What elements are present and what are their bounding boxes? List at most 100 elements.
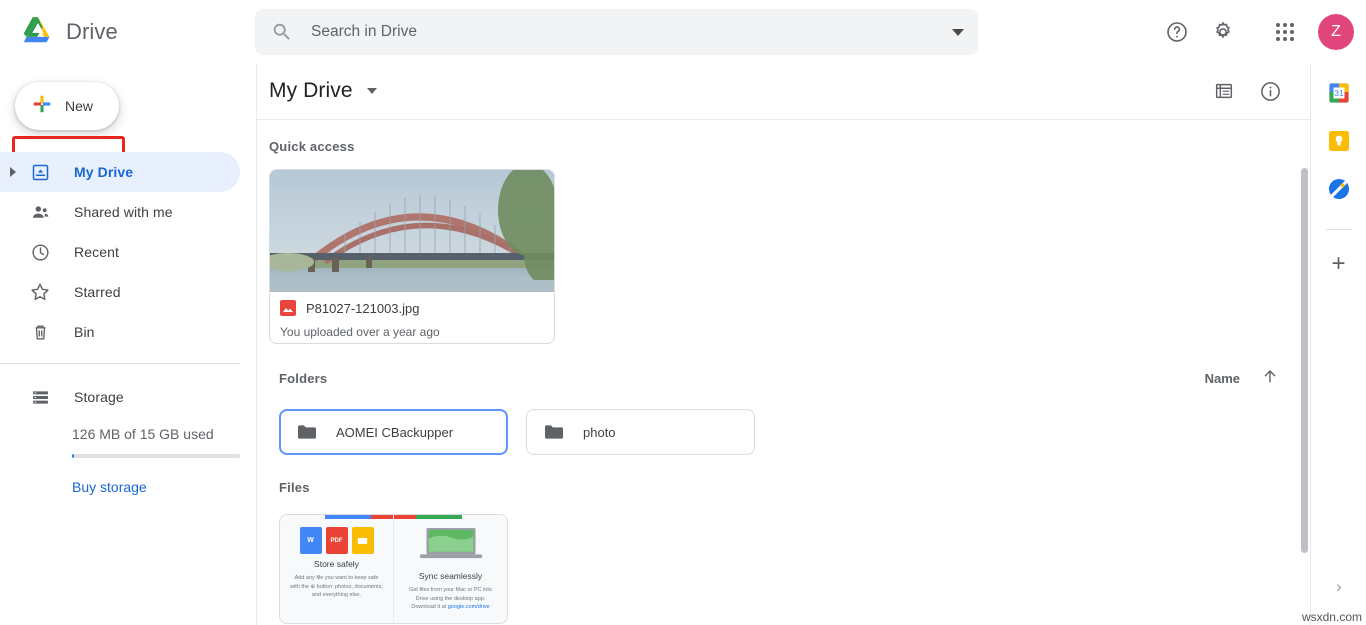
promo-panel-store-safely: W PDF Store safely Add any file you want… [280, 515, 393, 623]
quick-access-card[interactable]: P81027-121003.jpg You uploaded over a ye… [269, 169, 555, 344]
storage-icon [26, 387, 54, 408]
search-icon [271, 21, 293, 43]
people-icon [26, 202, 54, 223]
sidebar-divider [0, 363, 240, 364]
sidebar: New My Drive Shared with me Recent Starr… [0, 63, 256, 625]
brand[interactable]: Drive [0, 14, 256, 50]
google-drive-logo-icon [18, 14, 58, 50]
folders-header: Folders Name [257, 344, 1310, 391]
expand-chevron-icon[interactable] [0, 167, 26, 177]
word-doc-icon: W [299, 527, 322, 554]
folder-icon [543, 423, 565, 441]
arrow-up-icon[interactable] [1260, 366, 1280, 391]
pdf-doc-icon: PDF [325, 527, 348, 554]
folder-tile[interactable]: AOMEI CBackupper [279, 409, 508, 455]
sidebar-item-bin[interactable]: Bin [0, 312, 240, 352]
promo-heading: Store safely [314, 559, 359, 569]
plus-icon [31, 93, 53, 120]
content-scrollbar[interactable] [1298, 120, 1310, 625]
files-header: Files [257, 455, 1310, 497]
list-view-icon[interactable] [1204, 71, 1244, 111]
svg-text:31: 31 [1334, 88, 1344, 98]
apps-grid-icon[interactable] [1262, 9, 1308, 55]
sidebar-item-label: Bin [74, 324, 95, 340]
files-title: Files [279, 480, 310, 495]
quick-access-title: Quick access [269, 139, 355, 154]
quick-access-section: Quick access P81027-121003.jpg You uploa… [257, 120, 1310, 344]
promo-body: Get files from your Mac or PC into Drive… [394, 586, 507, 612]
top-bar: Drive Search in Drive Z [0, 0, 1366, 63]
sidebar-item-label: Recent [74, 244, 119, 260]
add-app-plus-icon[interactable]: + [1331, 252, 1345, 276]
watermark: wsxdn.com [1301, 610, 1362, 624]
storage-label: Storage [74, 389, 124, 405]
search-options-icon[interactable] [952, 28, 964, 36]
storage-usage-text: 126 MB of 15 GB used [72, 426, 214, 442]
trash-icon [26, 322, 54, 343]
files-grid: W PDF Store safely Add any file you want… [257, 497, 1310, 624]
page-title: My Drive [269, 79, 353, 102]
side-panel-rail: 31 + › [1310, 63, 1366, 625]
quick-access-subtitle: You uploaded over a year ago [280, 325, 440, 339]
search-input[interactable] [311, 23, 942, 41]
get-started-pdf-thumbnail: W PDF Store safely Add any file you want… [280, 515, 507, 623]
sidebar-item-shared-with-me[interactable]: Shared with me [0, 192, 240, 232]
promo-heading: Sync seamlessly [418, 571, 483, 581]
doc-type-icons: W PDF [280, 527, 393, 554]
new-button[interactable]: New [15, 82, 119, 130]
top-bar-actions: Z [1154, 0, 1354, 63]
breadcrumb[interactable]: My Drive [269, 79, 377, 103]
google-keep-icon[interactable] [1327, 129, 1351, 153]
sidebar-item-label: My Drive [74, 164, 134, 180]
my-drive-icon [26, 162, 54, 183]
promo-body: Add any file you want to keep safe with … [290, 575, 383, 599]
promo-panel-sync-seamlessly: Sync seamlessly Get files from your Mac … [393, 515, 507, 623]
slides-doc-icon [351, 527, 374, 554]
sidebar-item-starred[interactable]: Starred [0, 272, 240, 312]
sort-label: Name [1204, 371, 1240, 386]
folders-title: Folders [279, 371, 328, 386]
folder-name: photo [583, 424, 616, 440]
quick-access-card-meta: P81027-121003.jpg You uploaded over a ye… [270, 292, 554, 339]
chevron-down-icon[interactable] [366, 88, 377, 94]
new-button-label: New [65, 98, 94, 114]
google-calendar-icon[interactable]: 31 [1327, 81, 1351, 105]
search-bar [255, 9, 978, 55]
scrollbar-thumb[interactable] [1301, 168, 1308, 553]
sort-control[interactable]: Name [1205, 366, 1280, 391]
storage-progress-bar [72, 454, 240, 458]
quick-access-file-name: P81027-121003.jpg [306, 300, 420, 316]
header-actions [1204, 71, 1290, 111]
sidebar-item-recent[interactable]: Recent [0, 232, 240, 272]
help-circle-icon[interactable] [1154, 9, 1200, 55]
folder-tile[interactable]: photo [526, 409, 755, 455]
sidebar-item-my-drive[interactable]: My Drive [0, 152, 240, 192]
folder-name: AOMEI CBackupper [336, 424, 454, 440]
main-content: My Drive Quick access P81027-121003.jpg … [256, 63, 1310, 625]
folder-icon [296, 423, 318, 441]
sidebar-nav: My Drive Shared with me Recent Starred B… [0, 152, 256, 352]
image-file-icon [280, 300, 296, 316]
info-icon[interactable] [1250, 71, 1290, 111]
sidebar-item-label: Shared with me [74, 204, 173, 220]
clock-icon [26, 242, 54, 263]
avatar[interactable]: Z [1318, 13, 1354, 50]
search-box[interactable] [255, 9, 978, 55]
sidebar-item-storage[interactable]: Storage [0, 377, 256, 417]
sidebar-item-label: Starred [74, 284, 121, 300]
quick-access-name-row: P81027-121003.jpg [280, 300, 544, 316]
gear-icon[interactable] [1200, 9, 1246, 55]
google-tasks-icon[interactable] [1327, 177, 1351, 201]
promo-link[interactable]: google.com/drive [448, 604, 490, 610]
file-card[interactable]: W PDF Store safely Add any file you want… [279, 514, 508, 624]
bridge-photo-thumbnail [270, 170, 554, 292]
content-scroll-area: Quick access P81027-121003.jpg You uploa… [257, 120, 1310, 625]
google-drive-app: Drive Search in Drive Z New My Drive Sha… [0, 0, 1366, 625]
expand-panel-chevron-right-icon[interactable]: › [1311, 577, 1366, 597]
folders-grid: AOMEI CBackupper photo [257, 391, 1310, 455]
star-icon [26, 281, 54, 303]
buy-storage-link[interactable]: Buy storage [72, 479, 147, 495]
brand-name: Drive [66, 18, 118, 44]
laptop-icon [417, 527, 485, 565]
rail-divider [1325, 229, 1352, 230]
